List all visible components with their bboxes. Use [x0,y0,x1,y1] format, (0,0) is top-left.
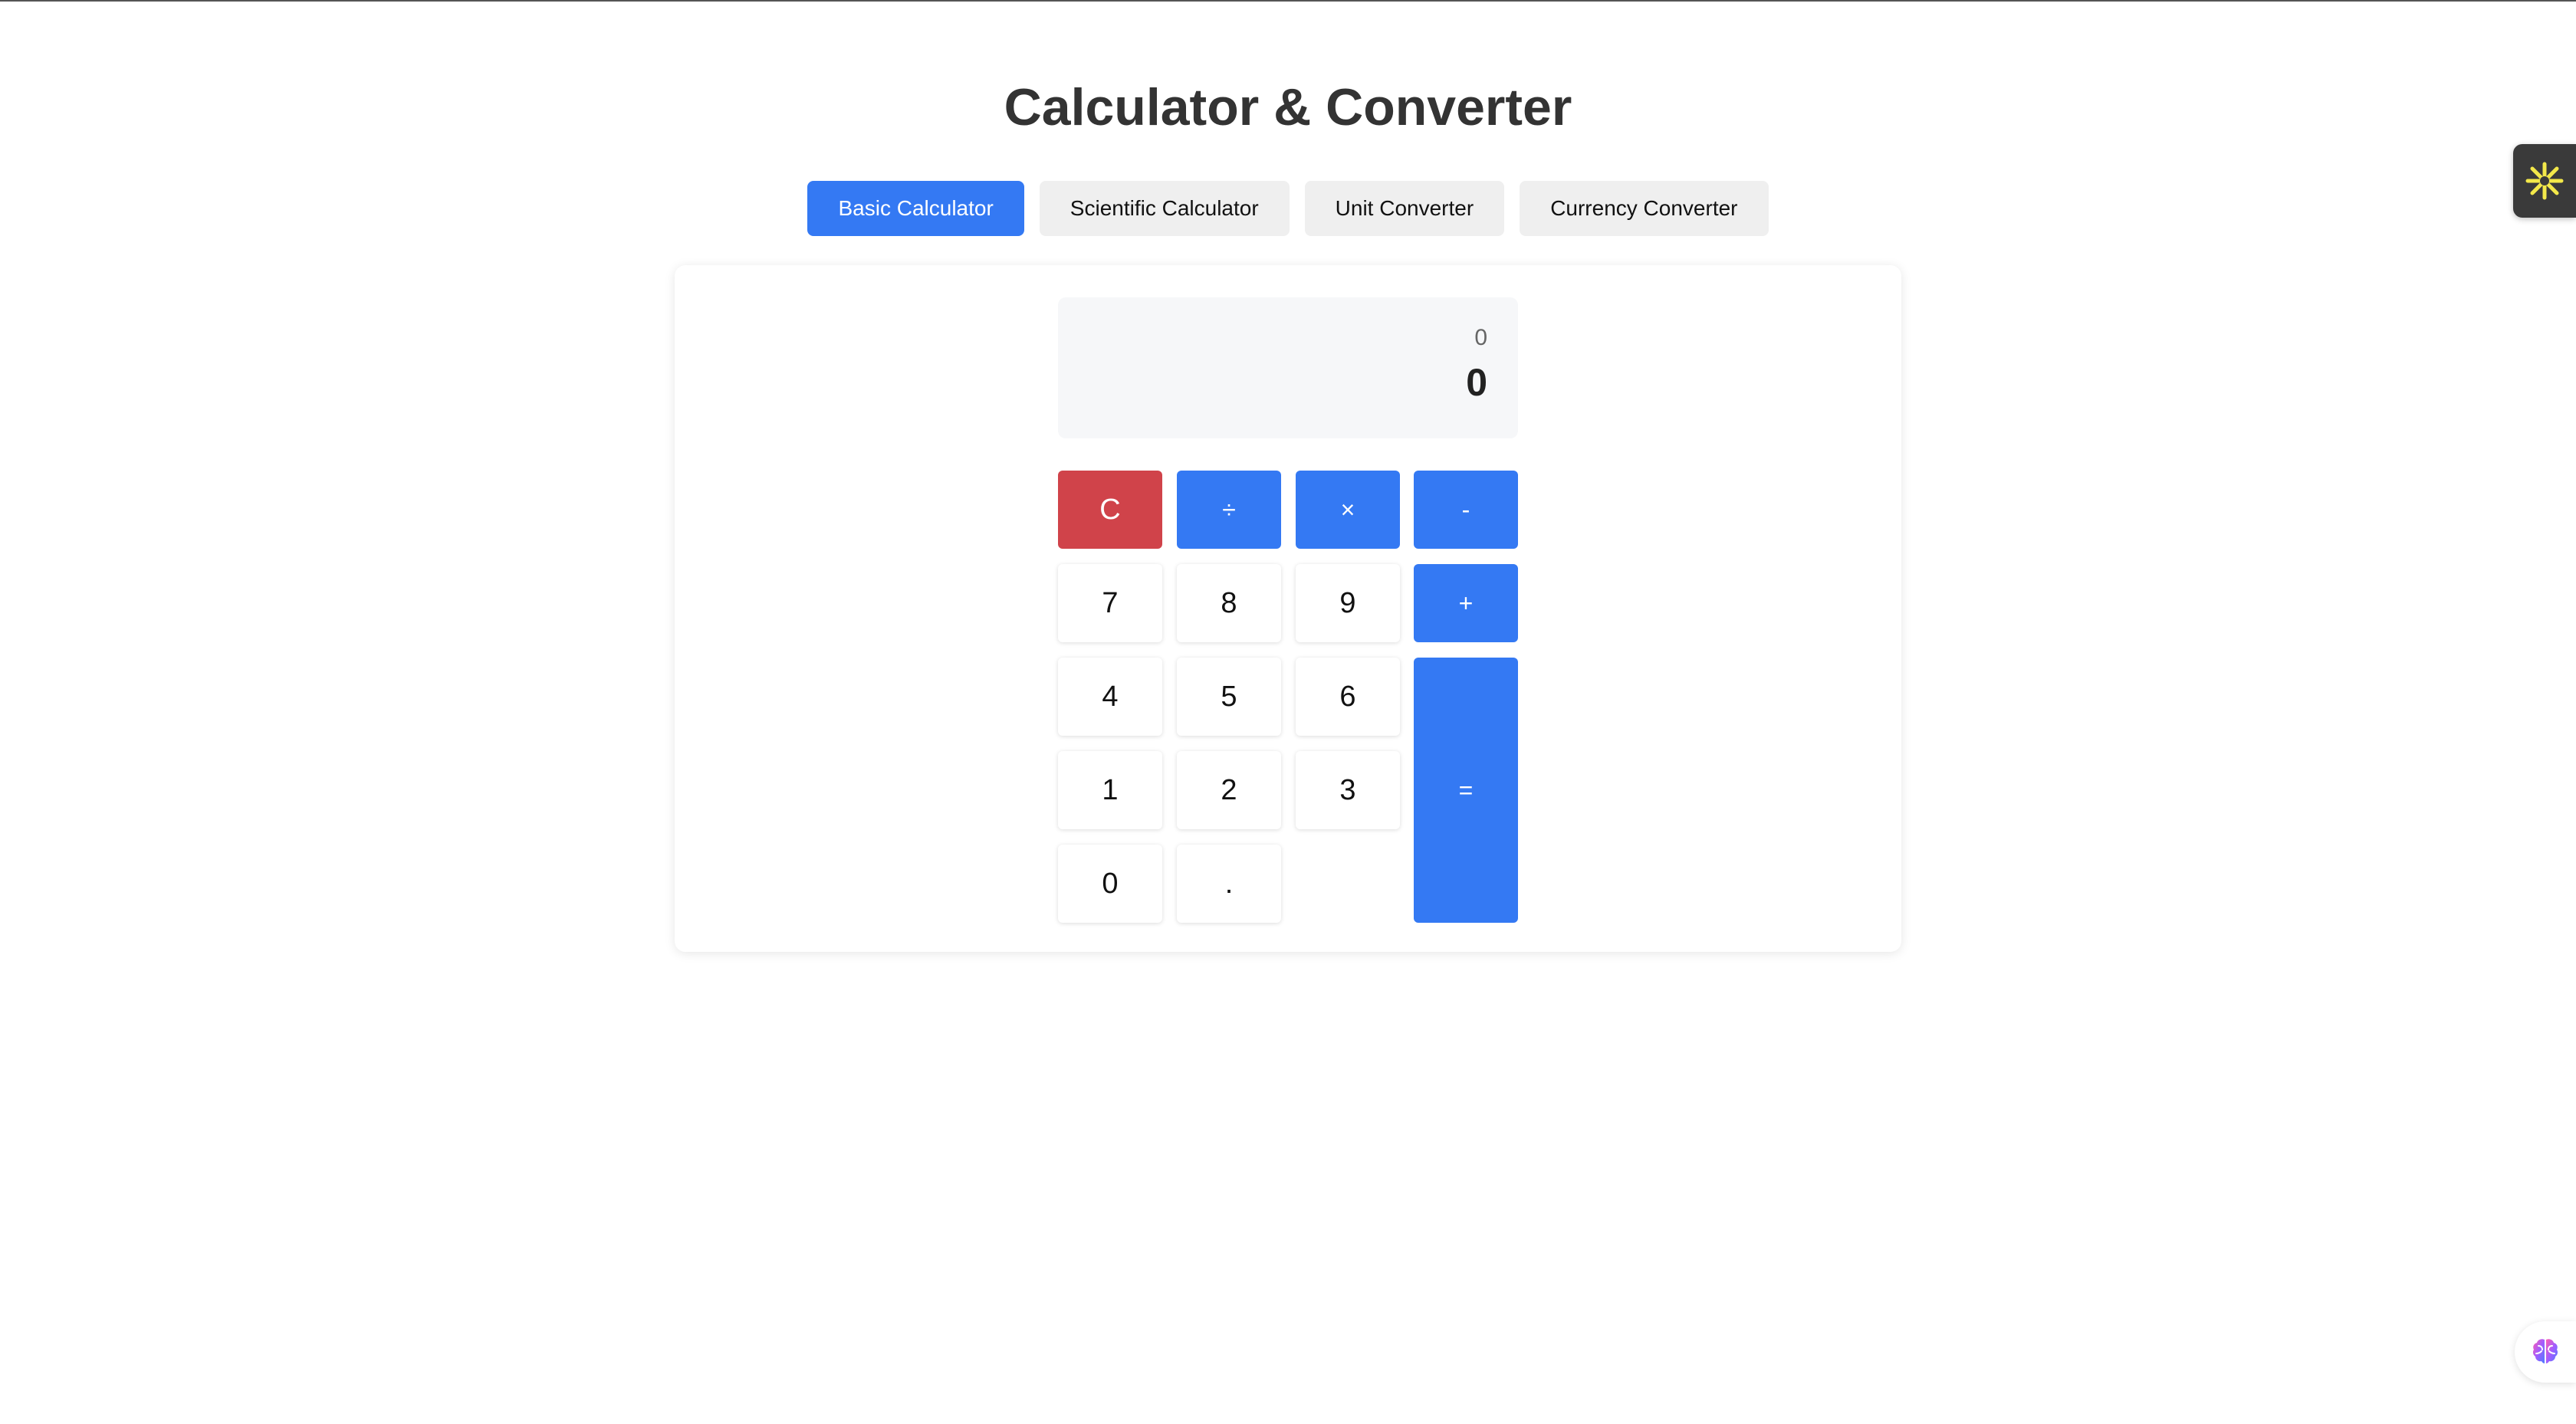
digit-7-button[interactable]: 7 [1058,564,1162,642]
sparkle-icon [2525,162,2564,200]
digit-0-button[interactable]: 0 [1058,845,1162,923]
mode-tabs: Basic Calculator Scientific Calculator U… [0,181,2576,236]
subtract-button[interactable]: - [1414,471,1518,549]
digit-9-button[interactable]: 9 [1296,564,1400,642]
page-title: Calculator & Converter [1004,78,1572,136]
multiply-button[interactable]: × [1296,471,1400,549]
add-button[interactable]: + [1414,564,1518,642]
decimal-button[interactable]: . [1177,845,1281,923]
clear-button[interactable]: C [1058,471,1162,549]
extension-widget-button[interactable] [2513,144,2576,218]
digit-6-button[interactable]: 6 [1296,658,1400,736]
digit-3-button[interactable]: 3 [1296,751,1400,829]
result-display: 0 [1466,361,1487,404]
digit-8-button[interactable]: 8 [1177,564,1281,642]
tab-scientific-calculator[interactable]: Scientific Calculator [1039,181,1290,236]
tab-unit-converter[interactable]: Unit Converter [1304,181,1505,236]
equals-button[interactable]: = [1414,658,1518,923]
calculator-display: 0 0 [1058,297,1518,438]
tab-basic-calculator[interactable]: Basic Calculator [807,181,1024,236]
expression-display: 0 [1474,325,1487,350]
digit-5-button[interactable]: 5 [1177,658,1281,736]
digit-1-button[interactable]: 1 [1058,751,1162,829]
calculator-card: 0 0 C ÷ × - 7 8 9 + 4 5 6 = 1 2 3 0 . [675,265,1901,952]
tab-currency-converter[interactable]: Currency Converter [1520,181,1769,236]
assistant-button[interactable] [2515,1321,2576,1383]
digit-4-button[interactable]: 4 [1058,658,1162,736]
brain-icon [2532,1339,2558,1364]
divide-button[interactable]: ÷ [1177,471,1281,549]
digit-2-button[interactable]: 2 [1177,751,1281,829]
